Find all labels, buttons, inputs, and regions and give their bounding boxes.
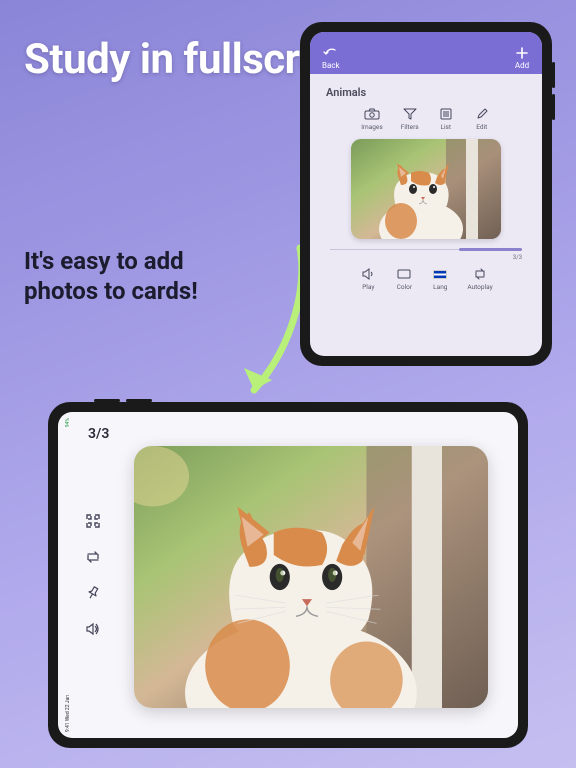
- edit-button[interactable]: Edit: [473, 107, 491, 131]
- subheadline-text: It's easy to add photos to cards!: [24, 246, 254, 306]
- fullscreen-counter: 3/3: [88, 426, 109, 442]
- app-topbar: Back Add: [310, 32, 542, 74]
- card-icon: [395, 267, 413, 281]
- speaker-icon: [359, 267, 377, 281]
- color-button[interactable]: Color: [395, 267, 413, 291]
- fullscreen-card-image[interactable]: [134, 446, 488, 708]
- battery-signal: 94%: [65, 418, 71, 427]
- filters-button[interactable]: Filters: [401, 107, 419, 131]
- play-button[interactable]: Play: [359, 267, 377, 291]
- lang-button[interactable]: Lang: [431, 267, 449, 291]
- images-button[interactable]: Images: [361, 107, 382, 131]
- flag-icon: [431, 267, 449, 281]
- add-button[interactable]: Add: [514, 46, 530, 70]
- exit-fullscreen-button[interactable]: [84, 512, 102, 530]
- toolbar-top: Images Filters List Edit: [322, 107, 530, 131]
- status-bar: 94% 9:41 Wed 22 Jan: [61, 412, 75, 738]
- loop-button[interactable]: [84, 548, 102, 566]
- progress-bar[interactable]: [330, 249, 522, 250]
- plus-icon: [514, 46, 530, 60]
- list-button[interactable]: List: [437, 107, 455, 131]
- sound-button[interactable]: [84, 620, 102, 638]
- list-icon: [437, 107, 455, 121]
- back-arrow-icon: [323, 46, 339, 60]
- deck-title: Animals: [326, 86, 526, 99]
- status-time: 9:41 Wed 22 Jan: [65, 695, 71, 732]
- back-label: Back: [322, 61, 340, 70]
- toolbar-bottom: Play Color Lang Autoplay: [322, 267, 530, 291]
- portrait-screen: Back Add Animals Images Filters: [310, 32, 542, 356]
- flashcard-image[interactable]: [351, 139, 501, 239]
- landscape-screen: 94% 9:41 Wed 22 Jan 3/3: [58, 412, 518, 738]
- fullscreen-controls: [84, 512, 102, 638]
- pencil-icon: [473, 107, 491, 121]
- ipad-landscape-frame: 94% 9:41 Wed 22 Jan 3/3: [48, 402, 528, 748]
- funnel-icon: [401, 107, 419, 121]
- ipad-portrait-frame: Back Add Animals Images Filters: [300, 22, 552, 366]
- card-counter: 3/3: [322, 254, 522, 261]
- autoplay-button[interactable]: Autoplay: [467, 267, 492, 291]
- camera-icon: [363, 107, 381, 121]
- loop-icon: [471, 267, 489, 281]
- pin-button[interactable]: [84, 584, 102, 602]
- back-button[interactable]: Back: [322, 46, 340, 70]
- add-label: Add: [515, 61, 529, 70]
